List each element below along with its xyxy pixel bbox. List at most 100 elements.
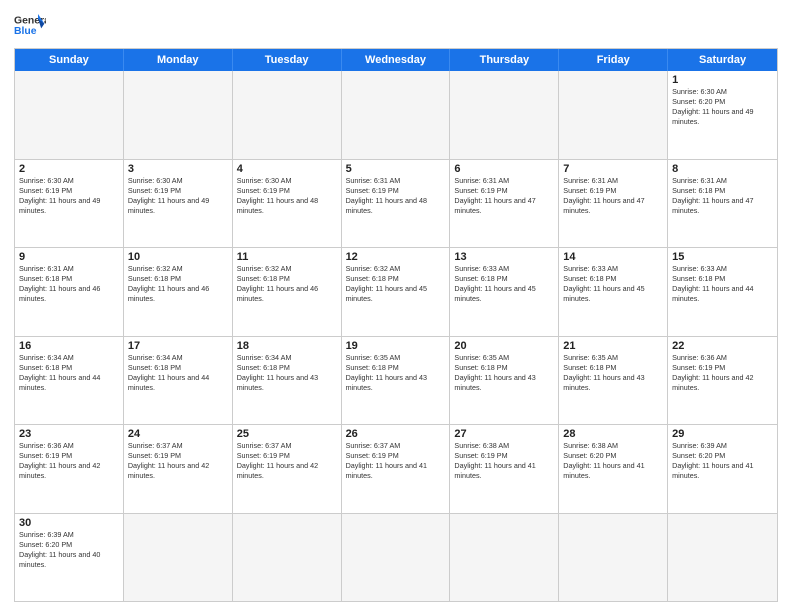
day-number: 1	[672, 74, 773, 86]
cell-info: Sunrise: 6:36 AMSunset: 6:19 PMDaylight:…	[672, 353, 773, 393]
day-number: 7	[563, 163, 663, 175]
calendar-cell-5: 5Sunrise: 6:31 AMSunset: 6:19 PMDaylight…	[342, 160, 451, 248]
calendar-cell-18: 18Sunrise: 6:34 AMSunset: 6:18 PMDayligh…	[233, 337, 342, 425]
calendar-row-2: 9Sunrise: 6:31 AMSunset: 6:18 PMDaylight…	[15, 248, 777, 337]
day-number: 3	[128, 163, 228, 175]
weekday-header-wednesday: Wednesday	[342, 49, 451, 71]
calendar-cell-empty	[559, 514, 668, 602]
cell-info: Sunrise: 6:34 AMSunset: 6:18 PMDaylight:…	[19, 353, 119, 393]
calendar-cell-25: 25Sunrise: 6:37 AMSunset: 6:19 PMDayligh…	[233, 425, 342, 513]
cell-info: Sunrise: 6:31 AMSunset: 6:19 PMDaylight:…	[454, 176, 554, 216]
calendar-cell-empty	[124, 71, 233, 159]
logo-icon: General Blue	[14, 12, 46, 40]
cell-info: Sunrise: 6:35 AMSunset: 6:18 PMDaylight:…	[454, 353, 554, 393]
calendar-cell-6: 6Sunrise: 6:31 AMSunset: 6:19 PMDaylight…	[450, 160, 559, 248]
weekday-header-monday: Monday	[124, 49, 233, 71]
day-number: 18	[237, 340, 337, 352]
calendar-cell-30: 30Sunrise: 6:39 AMSunset: 6:20 PMDayligh…	[15, 514, 124, 602]
calendar-row-3: 16Sunrise: 6:34 AMSunset: 6:18 PMDayligh…	[15, 337, 777, 426]
cell-info: Sunrise: 6:34 AMSunset: 6:18 PMDaylight:…	[237, 353, 337, 393]
calendar-row-5: 30Sunrise: 6:39 AMSunset: 6:20 PMDayligh…	[15, 514, 777, 602]
calendar-cell-empty	[233, 71, 342, 159]
cell-info: Sunrise: 6:37 AMSunset: 6:19 PMDaylight:…	[128, 441, 228, 481]
day-number: 16	[19, 340, 119, 352]
calendar-cell-empty	[668, 514, 777, 602]
cell-info: Sunrise: 6:35 AMSunset: 6:18 PMDaylight:…	[563, 353, 663, 393]
day-number: 27	[454, 428, 554, 440]
cell-info: Sunrise: 6:33 AMSunset: 6:18 PMDaylight:…	[563, 264, 663, 304]
cell-info: Sunrise: 6:38 AMSunset: 6:19 PMDaylight:…	[454, 441, 554, 481]
cell-info: Sunrise: 6:36 AMSunset: 6:19 PMDaylight:…	[19, 441, 119, 481]
calendar-cell-8: 8Sunrise: 6:31 AMSunset: 6:18 PMDaylight…	[668, 160, 777, 248]
calendar-cell-empty	[342, 514, 451, 602]
day-number: 17	[128, 340, 228, 352]
weekday-header-saturday: Saturday	[668, 49, 777, 71]
calendar-cell-21: 21Sunrise: 6:35 AMSunset: 6:18 PMDayligh…	[559, 337, 668, 425]
calendar-cell-7: 7Sunrise: 6:31 AMSunset: 6:19 PMDaylight…	[559, 160, 668, 248]
calendar-cell-19: 19Sunrise: 6:35 AMSunset: 6:18 PMDayligh…	[342, 337, 451, 425]
calendar: SundayMondayTuesdayWednesdayThursdayFrid…	[14, 48, 778, 602]
weekday-header-tuesday: Tuesday	[233, 49, 342, 71]
calendar-row-1: 2Sunrise: 6:30 AMSunset: 6:19 PMDaylight…	[15, 160, 777, 249]
cell-info: Sunrise: 6:32 AMSunset: 6:18 PMDaylight:…	[128, 264, 228, 304]
day-number: 2	[19, 163, 119, 175]
calendar-cell-empty	[450, 71, 559, 159]
day-number: 22	[672, 340, 773, 352]
calendar-cell-empty	[15, 71, 124, 159]
cell-info: Sunrise: 6:38 AMSunset: 6:20 PMDaylight:…	[563, 441, 663, 481]
calendar-cell-12: 12Sunrise: 6:32 AMSunset: 6:18 PMDayligh…	[342, 248, 451, 336]
cell-info: Sunrise: 6:33 AMSunset: 6:18 PMDaylight:…	[454, 264, 554, 304]
logo: General Blue	[14, 12, 46, 40]
cell-info: Sunrise: 6:34 AMSunset: 6:18 PMDaylight:…	[128, 353, 228, 393]
calendar-row-0: 1Sunrise: 6:30 AMSunset: 6:20 PMDaylight…	[15, 71, 777, 160]
day-number: 29	[672, 428, 773, 440]
calendar-cell-empty	[233, 514, 342, 602]
cell-info: Sunrise: 6:35 AMSunset: 6:18 PMDaylight:…	[346, 353, 446, 393]
day-number: 8	[672, 163, 773, 175]
calendar-cell-24: 24Sunrise: 6:37 AMSunset: 6:19 PMDayligh…	[124, 425, 233, 513]
cell-info: Sunrise: 6:33 AMSunset: 6:18 PMDaylight:…	[672, 264, 773, 304]
cell-info: Sunrise: 6:30 AMSunset: 6:19 PMDaylight:…	[128, 176, 228, 216]
cell-info: Sunrise: 6:30 AMSunset: 6:19 PMDaylight:…	[237, 176, 337, 216]
calendar-cell-4: 4Sunrise: 6:30 AMSunset: 6:19 PMDaylight…	[233, 160, 342, 248]
day-number: 25	[237, 428, 337, 440]
page-header: General Blue	[14, 12, 778, 40]
day-number: 15	[672, 251, 773, 263]
day-number: 6	[454, 163, 554, 175]
cell-info: Sunrise: 6:37 AMSunset: 6:19 PMDaylight:…	[346, 441, 446, 481]
day-number: 10	[128, 251, 228, 263]
day-number: 26	[346, 428, 446, 440]
day-number: 20	[454, 340, 554, 352]
cell-info: Sunrise: 6:37 AMSunset: 6:19 PMDaylight:…	[237, 441, 337, 481]
calendar-cell-2: 2Sunrise: 6:30 AMSunset: 6:19 PMDaylight…	[15, 160, 124, 248]
calendar-cell-13: 13Sunrise: 6:33 AMSunset: 6:18 PMDayligh…	[450, 248, 559, 336]
calendar-cell-29: 29Sunrise: 6:39 AMSunset: 6:20 PMDayligh…	[668, 425, 777, 513]
day-number: 14	[563, 251, 663, 263]
calendar-cell-15: 15Sunrise: 6:33 AMSunset: 6:18 PMDayligh…	[668, 248, 777, 336]
day-number: 12	[346, 251, 446, 263]
calendar-row-4: 23Sunrise: 6:36 AMSunset: 6:19 PMDayligh…	[15, 425, 777, 514]
day-number: 9	[19, 251, 119, 263]
day-number: 11	[237, 251, 337, 263]
cell-info: Sunrise: 6:32 AMSunset: 6:18 PMDaylight:…	[346, 264, 446, 304]
cell-info: Sunrise: 6:32 AMSunset: 6:18 PMDaylight:…	[237, 264, 337, 304]
calendar-header: SundayMondayTuesdayWednesdayThursdayFrid…	[15, 49, 777, 71]
calendar-cell-1: 1Sunrise: 6:30 AMSunset: 6:20 PMDaylight…	[668, 71, 777, 159]
day-number: 24	[128, 428, 228, 440]
day-number: 13	[454, 251, 554, 263]
cell-info: Sunrise: 6:30 AMSunset: 6:19 PMDaylight:…	[19, 176, 119, 216]
weekday-header-thursday: Thursday	[450, 49, 559, 71]
day-number: 23	[19, 428, 119, 440]
cell-info: Sunrise: 6:31 AMSunset: 6:19 PMDaylight:…	[346, 176, 446, 216]
calendar-cell-26: 26Sunrise: 6:37 AMSunset: 6:19 PMDayligh…	[342, 425, 451, 513]
weekday-header-sunday: Sunday	[15, 49, 124, 71]
calendar-cell-empty	[559, 71, 668, 159]
calendar-body: 1Sunrise: 6:30 AMSunset: 6:20 PMDaylight…	[15, 71, 777, 601]
cell-info: Sunrise: 6:31 AMSunset: 6:18 PMDaylight:…	[672, 176, 773, 216]
cell-info: Sunrise: 6:30 AMSunset: 6:20 PMDaylight:…	[672, 87, 773, 127]
calendar-cell-14: 14Sunrise: 6:33 AMSunset: 6:18 PMDayligh…	[559, 248, 668, 336]
calendar-cell-23: 23Sunrise: 6:36 AMSunset: 6:19 PMDayligh…	[15, 425, 124, 513]
cell-info: Sunrise: 6:31 AMSunset: 6:19 PMDaylight:…	[563, 176, 663, 216]
calendar-cell-20: 20Sunrise: 6:35 AMSunset: 6:18 PMDayligh…	[450, 337, 559, 425]
day-number: 5	[346, 163, 446, 175]
